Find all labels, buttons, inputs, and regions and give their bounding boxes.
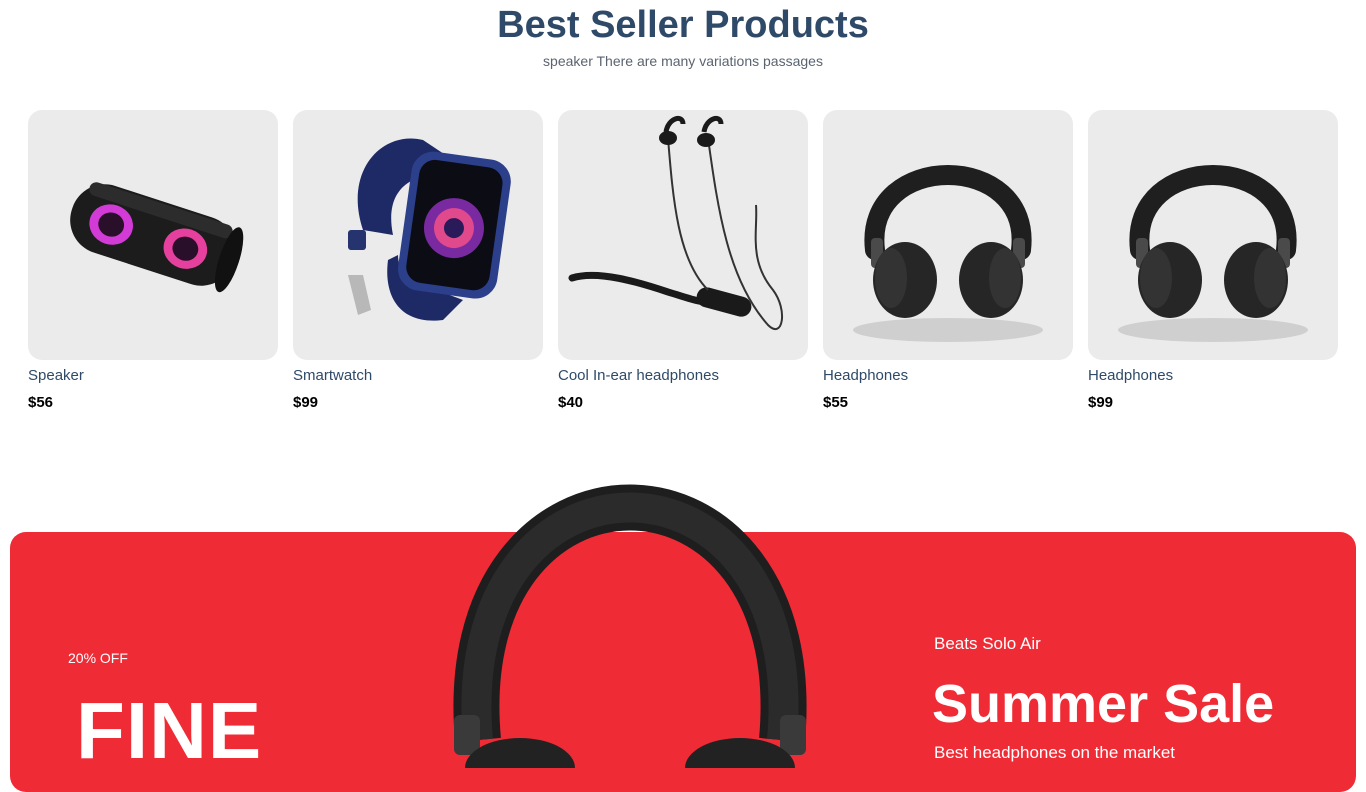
product-card-headphones[interactable]: Headphones $99	[1088, 110, 1338, 412]
product-name[interactable]: Cool In-ear headphones	[558, 367, 808, 385]
product-name[interactable]: Speaker	[28, 367, 278, 385]
section-subtitle: speaker There are many variations passag…	[543, 53, 823, 69]
product-name[interactable]: Smartwatch	[293, 367, 543, 385]
speaker-image[interactable]	[28, 110, 278, 360]
product-card-smartwatch[interactable]: Smartwatch $99	[293, 110, 543, 412]
product-price: $99	[1088, 394, 1114, 411]
product-price: $40	[558, 394, 584, 411]
hero-headphones-image	[430, 470, 830, 792]
banner-product-name: Beats Solo Air	[934, 634, 1041, 653]
banner-headline: Summer Sale	[932, 674, 1275, 734]
product-name[interactable]: Headphones	[1088, 367, 1338, 385]
banner-big-text: FINE	[76, 686, 263, 775]
product-card-speaker[interactable]: Speaker $56	[28, 110, 278, 412]
headphones-image[interactable]	[1088, 110, 1338, 360]
product-price: $99	[293, 394, 319, 411]
product-card-in-ear-headphones[interactable]: Cool In-ear headphones $40	[558, 110, 808, 412]
section-title: Best Seller Products	[497, 4, 869, 46]
product-price: $56	[28, 394, 54, 411]
discount-label: 20% OFF	[68, 650, 128, 666]
neckband-earphones-image[interactable]	[558, 110, 808, 360]
banner-tagline: Best headphones on the market	[934, 743, 1175, 762]
product-price: $55	[823, 394, 849, 411]
headphones-image[interactable]	[823, 110, 1073, 360]
smartwatch-image[interactable]	[293, 110, 543, 360]
product-name[interactable]: Headphones	[823, 367, 1073, 385]
product-card-headphones[interactable]: Headphones $55	[823, 110, 1073, 412]
